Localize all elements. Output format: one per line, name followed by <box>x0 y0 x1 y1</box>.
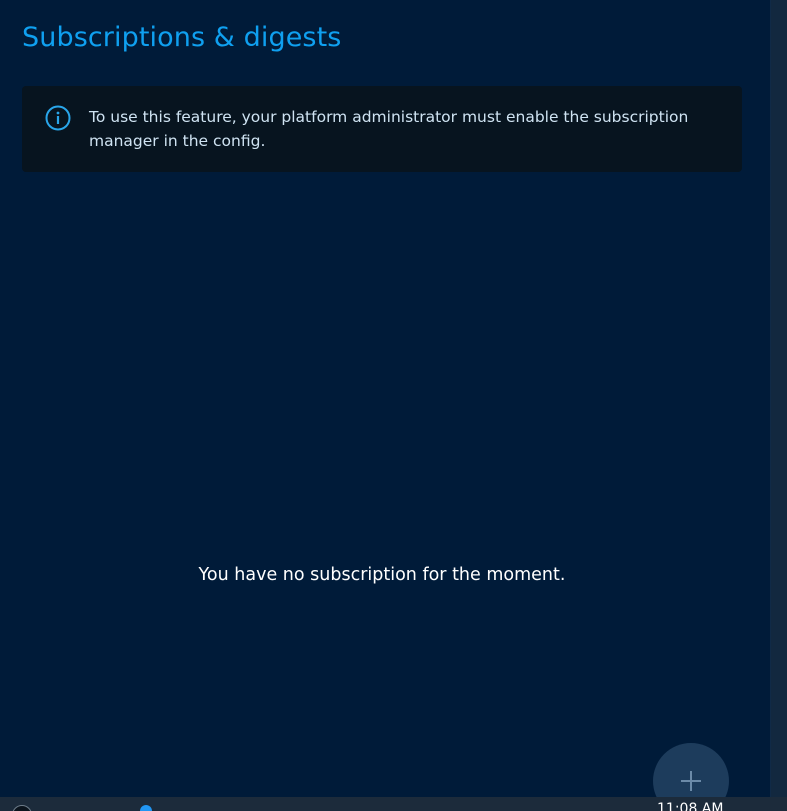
page-title: Subscriptions & digests <box>22 22 342 53</box>
info-icon <box>45 105 71 131</box>
info-alert: To use this feature, your platform admin… <box>22 86 742 172</box>
taskbar: 11:08 AM <box>0 797 787 811</box>
scrollbar-track[interactable] <box>771 0 787 797</box>
plus-icon <box>681 771 701 791</box>
empty-state-message: You have no subscription for the moment. <box>198 565 566 585</box>
start-icon[interactable] <box>12 805 32 811</box>
subscriptions-panel: Subscriptions & digests To use this feat… <box>0 0 771 811</box>
page: Subscriptions & digests To use this feat… <box>0 0 787 811</box>
app-icon[interactable] <box>140 805 152 811</box>
taskbar-clock[interactable]: 11:08 AM <box>657 801 723 811</box>
alert-message: To use this feature, your platform admin… <box>89 108 689 150</box>
